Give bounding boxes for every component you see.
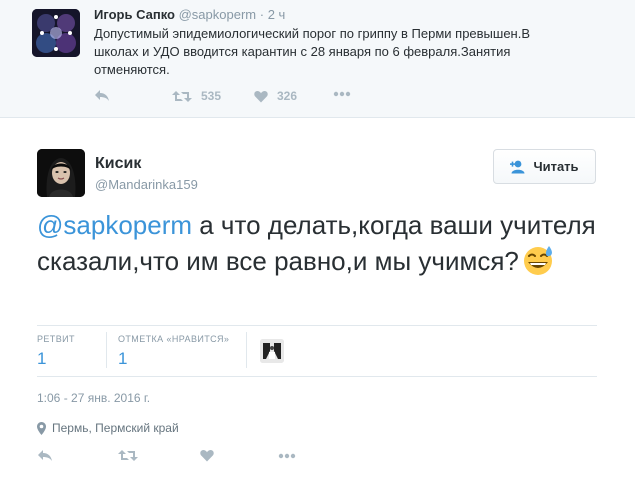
likes-stat[interactable]: ОТМЕТКА «НРАВИТСЯ» 1 — [118, 334, 229, 369]
parent-header: Игорь Сапко @sapkoperm · 2 ч — [94, 7, 285, 22]
reply-button[interactable] — [37, 449, 53, 462]
stat-separator — [246, 332, 247, 368]
parent-author-handle[interactable]: @sapkoperm — [179, 7, 257, 22]
avatar-image-icon — [32, 9, 80, 57]
retweet-icon — [118, 450, 138, 461]
tweet-timestamp[interactable]: 1:06 - 27 янв. 2016 г. — [37, 391, 150, 405]
main-author-handle[interactable]: @Mandarinka159 — [95, 177, 198, 192]
retweets-stat[interactable]: РЕТВИТ 1 — [37, 334, 75, 369]
reply-icon — [38, 450, 52, 461]
parent-more-button[interactable] — [333, 91, 351, 97]
retweet-icon — [172, 90, 192, 102]
parent-avatar[interactable] — [32, 9, 80, 57]
main-avatar[interactable] — [37, 149, 85, 197]
add-user-icon — [510, 160, 525, 173]
parent-reply-button[interactable] — [94, 89, 110, 102]
more-icon — [278, 453, 296, 459]
follow-button[interactable]: Читать — [493, 149, 596, 184]
retweets-stat-label: РЕТВИТ — [37, 334, 75, 344]
likes-stat-value: 1 — [118, 349, 128, 368]
location-label: Пермь, Пермский край — [52, 421, 179, 435]
reply-icon — [95, 90, 109, 101]
liker-avatar[interactable] — [260, 339, 284, 363]
retweet-button[interactable] — [118, 449, 138, 462]
heart-icon — [254, 90, 268, 102]
stats-top-divider — [37, 325, 597, 326]
parent-timestamp[interactable]: · 2 ч — [260, 7, 286, 22]
parent-retweet-count: 535 — [201, 89, 222, 103]
likes-stat-label: ОТМЕТКА «НРАВИТСЯ» — [118, 334, 230, 344]
follow-button-label: Читать — [533, 159, 579, 174]
avatar-image-icon — [37, 149, 85, 197]
retweets-stat-value: 1 — [37, 349, 47, 368]
more-button[interactable] — [278, 453, 296, 459]
more-icon — [333, 91, 351, 97]
parent-like-count: 326 — [277, 89, 298, 103]
avatar-image-icon — [260, 339, 284, 363]
heart-icon — [200, 450, 214, 462]
mention-link[interactable]: @sapkoperm — [37, 210, 192, 240]
parent-author-name[interactable]: Игорь Сапко — [94, 7, 175, 22]
main-tweet-text: @sapkoperm а что делать,когда ваши учите… — [37, 207, 597, 279]
parent-tweet-text: Допустимый эпидемиологический порог по г… — [94, 26, 531, 77]
parent-retweet-button[interactable]: 535 — [172, 89, 221, 103]
stat-separator — [106, 332, 107, 368]
tweet-location[interactable]: Пермь, Пермский край — [37, 421, 179, 435]
main-author-name[interactable]: Кисик — [95, 155, 141, 173]
grinning-sweat-emoji-icon — [521, 244, 557, 276]
parent-like-button[interactable]: 326 — [254, 89, 297, 103]
stats-bottom-divider — [37, 376, 597, 377]
location-pin-icon — [37, 421, 46, 435]
like-button[interactable] — [200, 449, 214, 462]
parent-tweet[interactable]: Игорь Сапко @sapkoperm · 2 ч Допустимый … — [0, 0, 635, 118]
